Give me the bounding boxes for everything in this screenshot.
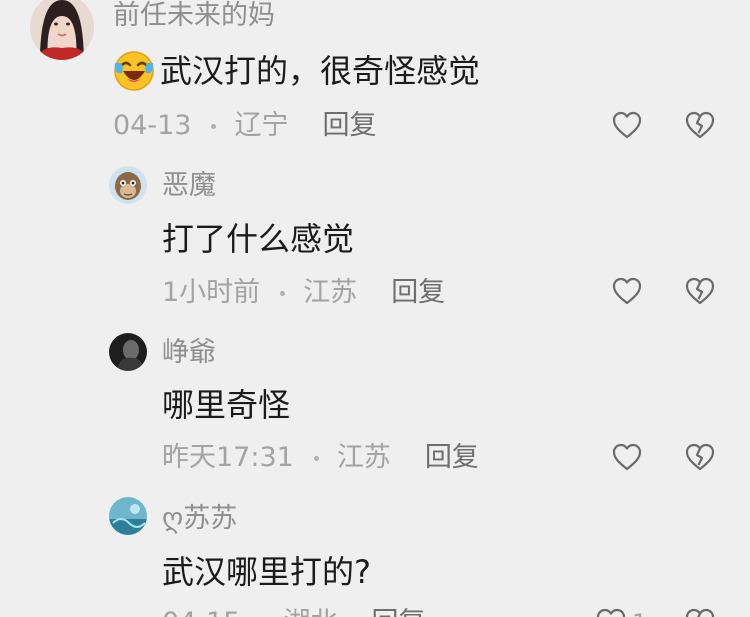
comment-location: 辽宁 bbox=[234, 110, 289, 141]
comment-text: 武汉打的，很奇怪感觉 bbox=[112, 46, 480, 96]
comment-time: 04-15 bbox=[162, 605, 240, 617]
separator-dot bbox=[313, 455, 319, 461]
crying-laughing-emoji-icon bbox=[112, 49, 156, 93]
comment-location: 江苏 bbox=[303, 277, 358, 308]
reply-button[interactable]: 回复 bbox=[425, 440, 479, 476]
broken-heart-icon bbox=[685, 277, 715, 305]
comment-meta: 昨天17:31 江苏 回复 bbox=[162, 440, 479, 476]
separator-dot bbox=[211, 123, 217, 129]
heart-outline-icon bbox=[612, 443, 642, 471]
avatar[interactable] bbox=[109, 497, 147, 535]
reply-button[interactable]: 回复 bbox=[322, 108, 376, 144]
avatar[interactable] bbox=[30, 0, 94, 60]
avatar[interactable] bbox=[109, 166, 147, 204]
comment-time: 04-13 bbox=[113, 110, 192, 141]
dislike-button[interactable] bbox=[683, 274, 717, 308]
comment-text-content: 武汉打的，很奇怪感觉 bbox=[160, 52, 481, 90]
like-button[interactable] bbox=[610, 108, 644, 142]
dislike-button[interactable] bbox=[683, 605, 717, 617]
reply-button[interactable]: 回复 bbox=[391, 275, 445, 311]
like-button[interactable] bbox=[594, 605, 628, 617]
comment-time: 1小时前 bbox=[162, 277, 261, 308]
comment-text: 哪里奇怪 bbox=[162, 386, 291, 424]
comment-username[interactable]: ღ苏苏 bbox=[162, 503, 237, 535]
heart-outline-icon bbox=[612, 277, 642, 305]
comment-text: 打了什么感觉 bbox=[162, 220, 355, 258]
heart-outline-icon bbox=[612, 111, 642, 139]
dislike-button[interactable] bbox=[683, 440, 717, 474]
comment-username[interactable]: 峥爺 bbox=[162, 337, 216, 369]
broken-heart-icon bbox=[685, 443, 715, 471]
broken-heart-icon bbox=[685, 608, 715, 617]
comment-meta: 04-15 湖北 回复 bbox=[162, 605, 425, 617]
dislike-button[interactable] bbox=[683, 108, 717, 142]
comment-location: 江苏 bbox=[336, 442, 391, 473]
comment-username[interactable]: 恶魔 bbox=[162, 170, 216, 202]
comment-reply-item: 峥爺 哪里奇怪 昨天17:31 江苏 回复 bbox=[0, 327, 750, 487]
avatar[interactable] bbox=[109, 333, 147, 371]
like-count: 1 bbox=[632, 605, 647, 617]
like-button[interactable] bbox=[610, 440, 644, 474]
comment-item: 前任未来的妈 武汉打的，很奇怪感觉 04-13 辽宁 回复 bbox=[0, 0, 750, 150]
broken-heart-icon bbox=[685, 111, 715, 139]
heart-outline-icon bbox=[596, 608, 626, 617]
like-button[interactable] bbox=[610, 274, 644, 308]
separator-dot bbox=[280, 290, 286, 296]
comment-reply-item: 恶魔 打了什么感觉 1小时前 江苏 回复 bbox=[0, 160, 750, 320]
comment-meta: 04-13 辽宁 回复 bbox=[113, 108, 376, 144]
comment-meta: 1小时前 江苏 回复 bbox=[162, 275, 445, 311]
reply-button[interactable]: 回复 bbox=[371, 605, 425, 617]
comment-text: 武汉哪里打的? bbox=[162, 553, 371, 591]
comment-username[interactable]: 前任未来的妈 bbox=[113, 0, 275, 32]
comment-location: 湖北 bbox=[283, 605, 337, 617]
comment-reply-item: ღ苏苏 武汉哪里打的? 04-15 湖北 回复 1 bbox=[0, 493, 750, 617]
comment-time: 昨天17:31 bbox=[162, 442, 294, 473]
